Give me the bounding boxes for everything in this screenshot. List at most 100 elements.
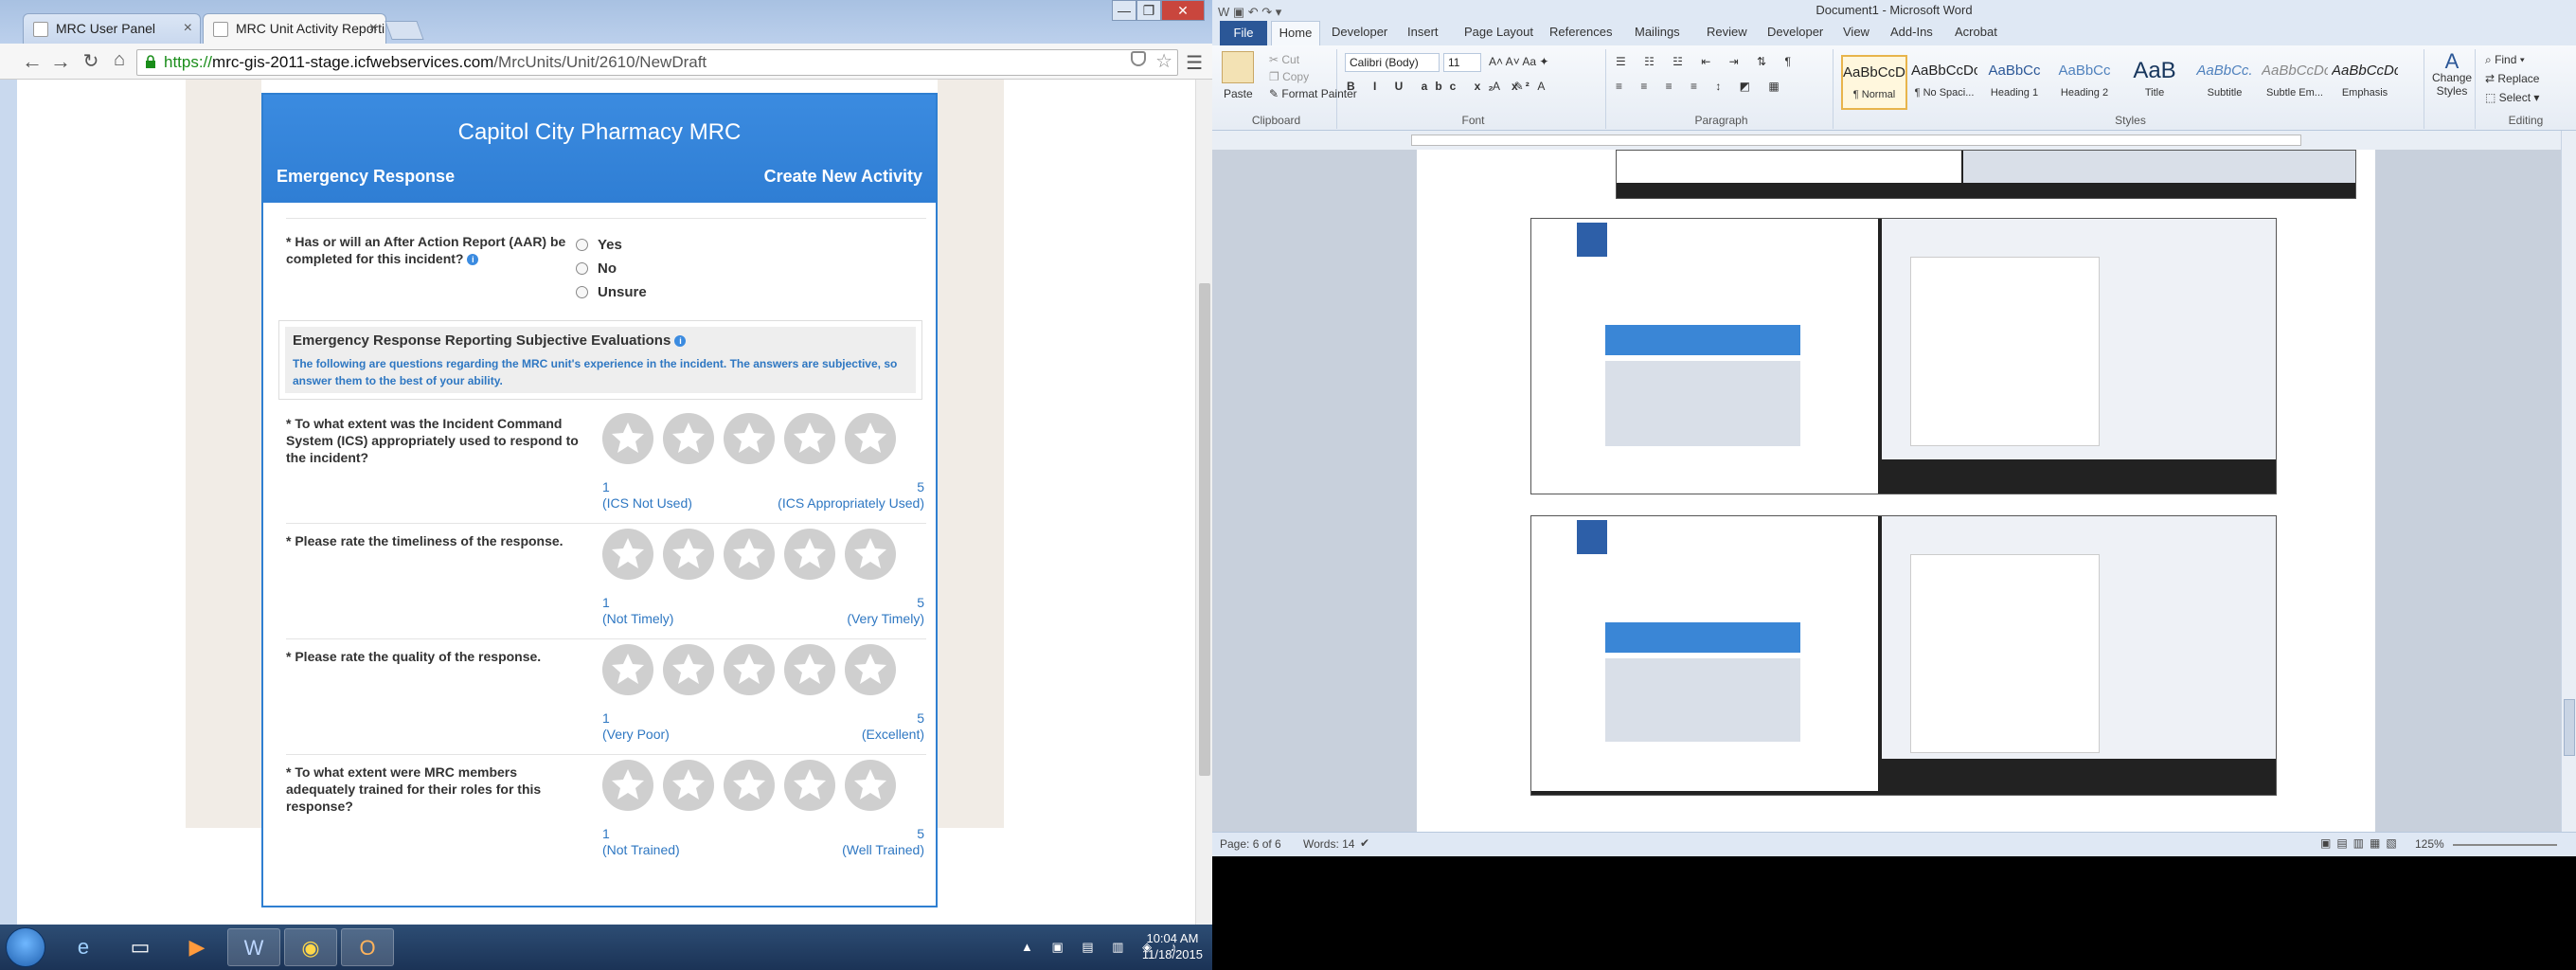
tab-references[interactable]: References	[1549, 25, 1612, 39]
aar-option-unsure[interactable]: Unsure	[576, 284, 647, 300]
bookmark-star-icon[interactable]: ☆	[1155, 49, 1172, 73]
view-buttons-icon[interactable]: ▣▤▥▦▧	[2320, 836, 2403, 850]
font-size-select[interactable]: 11	[1443, 53, 1481, 72]
style-heading-2[interactable]: AaBbCc Heading 2	[2051, 55, 2118, 110]
copy-button[interactable]: ❐ Copy	[1269, 70, 1309, 83]
zoom-level[interactable]: 125%	[2415, 837, 2444, 851]
file-explorer-icon[interactable]: ▭	[114, 928, 167, 966]
page-count[interactable]: Page: 6 of 6	[1220, 837, 1281, 851]
tab-developer-2[interactable]: Developer	[1767, 25, 1823, 39]
change-styles-button[interactable]: A Change Styles	[2432, 51, 2472, 99]
select-button[interactable]: ⬚ Select ▾	[2485, 91, 2539, 104]
star-2-icon[interactable]	[663, 413, 714, 464]
media-player-icon[interactable]: ▶	[170, 928, 224, 966]
embedded-screenshot-1[interactable]	[1616, 150, 2356, 199]
alignment-buttons-icon[interactable]: ≡ ≡ ≡ ≡ ↕ ◩ ▦	[1616, 80, 1787, 93]
close-tab-icon[interactable]: ×	[369, 20, 378, 37]
star-1-icon[interactable]	[602, 413, 653, 464]
star-3-icon[interactable]	[724, 644, 775, 695]
tab-mailings[interactable]: Mailings	[1635, 25, 1680, 39]
star-4-icon[interactable]	[784, 529, 835, 580]
zoom-slider[interactable]	[2453, 844, 2557, 846]
text-effects-icon[interactable]: A ✎ A	[1493, 80, 1550, 93]
star-3-icon[interactable]	[724, 413, 775, 464]
document-page[interactable]	[1417, 150, 2375, 832]
star-1-icon[interactable]	[602, 529, 653, 580]
outlook-taskbar-icon[interactable]: O	[341, 928, 394, 966]
star-5-icon[interactable]	[845, 413, 896, 464]
home-icon[interactable]: ⌂	[106, 49, 133, 71]
tab-mrc-user-panel[interactable]: MRC User Panel ×	[23, 13, 201, 44]
rating-stars-1[interactable]	[602, 413, 905, 469]
close-window-button[interactable]: ✕	[1161, 0, 1205, 21]
star-1-icon[interactable]	[602, 644, 653, 695]
tab-acrobat[interactable]: Acrobat	[1955, 25, 1997, 39]
replace-button[interactable]: ⇄ Replace	[2485, 72, 2539, 85]
clock[interactable]: 10:04 AM 11/18/2015	[1142, 930, 1203, 962]
tab-developer[interactable]: Developer	[1332, 25, 1387, 39]
quick-access-toolbar[interactable]: W ▣ ↶ ↷ ▾	[1218, 2, 1281, 23]
tab-review[interactable]: Review	[1707, 25, 1747, 39]
minimize-button[interactable]: —	[1112, 0, 1136, 21]
tab-add-ins[interactable]: Add-Ins	[1890, 25, 1933, 39]
paste-button[interactable]: Paste	[1224, 87, 1253, 100]
tab-file[interactable]: File	[1220, 21, 1267, 45]
style-normal[interactable]: AaBbCcDc ¶ Normal	[1841, 55, 1907, 110]
info-icon[interactable]: i	[674, 335, 687, 347]
star-3-icon[interactable]	[724, 760, 775, 811]
embedded-screenshot-2[interactable]	[1530, 218, 2277, 494]
aar-option-yes[interactable]: Yes	[576, 237, 622, 253]
tab-home[interactable]: Home	[1271, 21, 1320, 45]
proofing-icon[interactable]: ✔	[1360, 836, 1369, 850]
rating-stars-2[interactable]	[602, 529, 905, 584]
star-2-icon[interactable]	[663, 760, 714, 811]
paste-icon[interactable]	[1222, 51, 1254, 83]
menu-icon[interactable]: ☰	[1186, 51, 1203, 75]
star-5-icon[interactable]	[845, 760, 896, 811]
radio-button[interactable]	[576, 286, 588, 298]
embedded-screenshot-3[interactable]	[1530, 515, 2277, 796]
radio-button[interactable]	[576, 262, 588, 275]
word-taskbar-icon[interactable]: W	[227, 928, 280, 966]
list-buttons-icon[interactable]: ☰ ☷ ☳ ⇤ ⇥ ⇅ ¶	[1616, 55, 1798, 68]
star-1-icon[interactable]	[602, 760, 653, 811]
tab-page-layout[interactable]: Page Layout	[1464, 25, 1533, 39]
address-bar[interactable]: https://mrc-gis-2011-stage.icfwebservice…	[136, 49, 1178, 76]
grow-shrink-font-icon[interactable]: A˄ A˅ Aa ✦	[1489, 55, 1548, 68]
scrollbar-thumb[interactable]	[1199, 283, 1210, 776]
close-tab-icon[interactable]: ×	[184, 20, 192, 37]
cut-button[interactable]: ✂ Cut	[1269, 53, 1299, 66]
info-icon[interactable]: i	[467, 254, 479, 265]
scrollbar-thumb[interactable]	[2564, 699, 2575, 756]
start-button[interactable]	[6, 927, 45, 967]
style-subtitle[interactable]: AaBbCc. Subtitle	[2191, 55, 2258, 110]
shield-icon[interactable]	[1131, 51, 1146, 66]
tab-mrc-unit-activity[interactable]: MRC Unit Activity Reporti ×	[203, 13, 386, 45]
reload-icon[interactable]: ↻	[78, 49, 104, 73]
star-4-icon[interactable]	[784, 413, 835, 464]
rating-stars-4[interactable]	[602, 760, 905, 816]
style-subtle-emphasis[interactable]: AaBbCcDc Subtle Em...	[2262, 55, 2328, 110]
new-tab-button[interactable]	[385, 21, 424, 40]
aar-option-no[interactable]: No	[576, 260, 617, 277]
word-count[interactable]: Words: 14	[1303, 837, 1354, 851]
style-no-spacing[interactable]: AaBbCcDc ¶ No Spaci...	[1911, 55, 1977, 110]
star-4-icon[interactable]	[784, 644, 835, 695]
horizontal-ruler[interactable]	[1212, 131, 2576, 150]
tab-view[interactable]: View	[1843, 25, 1869, 39]
rating-stars-3[interactable]	[602, 644, 905, 700]
star-3-icon[interactable]	[724, 529, 775, 580]
document-scrollbar[interactable]	[2561, 131, 2576, 832]
font-name-select[interactable]: Calibri (Body)	[1345, 53, 1440, 72]
star-2-icon[interactable]	[663, 644, 714, 695]
chrome-taskbar-icon[interactable]: ◉	[284, 928, 337, 966]
style-emphasis[interactable]: AaBbCcDc Emphasis	[2332, 55, 2398, 110]
star-2-icon[interactable]	[663, 529, 714, 580]
star-5-icon[interactable]	[845, 529, 896, 580]
maximize-button[interactable]: ❐	[1136, 0, 1161, 21]
style-heading-1[interactable]: AaBbCc Heading 1	[1981, 55, 2048, 110]
find-button[interactable]: ⌕ Find ▾	[2485, 53, 2525, 67]
style-title[interactable]: AaB Title	[2121, 55, 2188, 110]
star-5-icon[interactable]	[845, 644, 896, 695]
internet-explorer-icon[interactable]: e	[57, 928, 110, 966]
